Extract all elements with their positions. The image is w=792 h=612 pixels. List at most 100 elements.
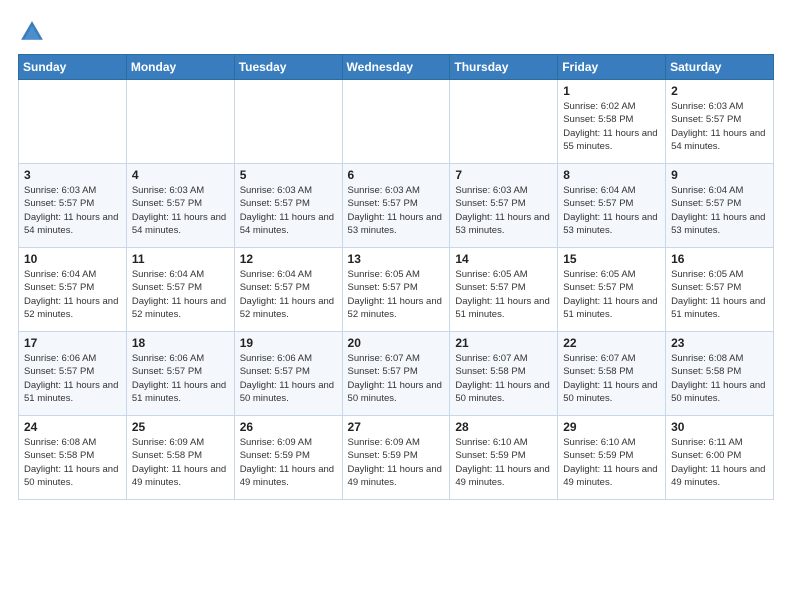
empty-cell	[234, 80, 342, 164]
day-cell-21: 21 Sunrise: 6:07 AM Sunset: 5:58 PM Dayli…	[450, 332, 558, 416]
day-cell-20: 20Sunrise: 6:07 AM Sunset: 5:57 PM Dayli…	[342, 332, 450, 416]
day-number: 2	[671, 84, 768, 98]
day-info: Sunrise: 6:09 AM Sunset: 5:59 PM Dayligh…	[348, 436, 445, 489]
day-info: Sunrise: 6:10 AM Sunset: 5:59 PM Dayligh…	[563, 436, 660, 489]
day-info: Sunrise: 6:10 AM Sunset: 5:59 PM Dayligh…	[455, 436, 552, 489]
day-info: Sunrise: 6:04 AM Sunset: 5:57 PM Dayligh…	[671, 184, 768, 237]
day-cell-7: 7Sunrise: 6:03 AM Sunset: 5:57 PM Daylig…	[450, 164, 558, 248]
empty-cell	[450, 80, 558, 164]
day-info: Sunrise: 6:05 AM Sunset: 5:57 PM Dayligh…	[671, 268, 768, 321]
day-info: Sunrise: 6:03 AM Sunset: 5:57 PM Dayligh…	[348, 184, 445, 237]
day-number: 17	[24, 336, 121, 350]
day-cell-13: 13 Sunrise: 6:05 AM Sunset: 5:57 PM Dayli…	[342, 248, 450, 332]
weekday-header-monday: Monday	[126, 55, 234, 80]
empty-cell	[19, 80, 127, 164]
day-cell-12: 12 Sunrise: 6:04 AM Sunset: 5:57 PM Dayli…	[234, 248, 342, 332]
day-number: 19	[240, 336, 337, 350]
weekday-header-saturday: Saturday	[666, 55, 774, 80]
day-cell-4: 4 Sunrise: 6:03 AM Sunset: 5:57 PM Daylig…	[126, 164, 234, 248]
day-number: 9	[671, 168, 768, 182]
weekday-header-row: SundayMondayTuesdayWednesdayThursdayFrid…	[19, 55, 774, 80]
day-number: 30	[671, 420, 768, 434]
day-info: Sunrise: 6:07 AM Sunset: 5:58 PM Dayligh…	[455, 352, 552, 405]
day-info: Sunrise: 6:09 AM Sunset: 5:59 PM Dayligh…	[240, 436, 337, 489]
day-cell-27: 27 Sunrise: 6:09 AM Sunset: 5:59 PM Dayli…	[342, 416, 450, 500]
day-cell-15: 15Sunrise: 6:05 AM Sunset: 5:57 PM Dayli…	[558, 248, 666, 332]
day-cell-2: 2 Sunrise: 6:03 AM Sunset: 5:57 PM Daylig…	[666, 80, 774, 164]
day-cell-9: 9 Sunrise: 6:04 AM Sunset: 5:57 PM Daylig…	[666, 164, 774, 248]
day-info: Sunrise: 6:03 AM Sunset: 5:57 PM Dayligh…	[240, 184, 337, 237]
day-cell-6: 6Sunrise: 6:03 AM Sunset: 5:57 PM Daylig…	[342, 164, 450, 248]
day-cell-17: 17Sunrise: 6:06 AM Sunset: 5:57 PM Dayli…	[19, 332, 127, 416]
day-number: 4	[132, 168, 229, 182]
day-info: Sunrise: 6:11 AM Sunset: 6:00 PM Dayligh…	[671, 436, 768, 489]
day-cell-3: 3Sunrise: 6:03 AM Sunset: 5:57 PM Daylig…	[19, 164, 127, 248]
day-number: 25	[132, 420, 229, 434]
day-number: 23	[671, 336, 768, 350]
page: SundayMondayTuesdayWednesdayThursdayFrid…	[0, 0, 792, 510]
day-cell-25: 25 Sunrise: 6:09 AM Sunset: 5:58 PM Dayli…	[126, 416, 234, 500]
day-cell-11: 11 Sunrise: 6:04 AM Sunset: 5:57 PM Dayli…	[126, 248, 234, 332]
day-info: Sunrise: 6:08 AM Sunset: 5:58 PM Dayligh…	[24, 436, 121, 489]
day-cell-30: 30 Sunrise: 6:11 AM Sunset: 6:00 PM Dayli…	[666, 416, 774, 500]
day-number: 26	[240, 420, 337, 434]
day-info: Sunrise: 6:08 AM Sunset: 5:58 PM Dayligh…	[671, 352, 768, 405]
day-info: Sunrise: 6:09 AM Sunset: 5:58 PM Dayligh…	[132, 436, 229, 489]
day-info: Sunrise: 6:04 AM Sunset: 5:57 PM Dayligh…	[24, 268, 121, 321]
day-cell-28: 28 Sunrise: 6:10 AM Sunset: 5:59 PM Dayli…	[450, 416, 558, 500]
empty-cell	[342, 80, 450, 164]
header	[18, 18, 774, 46]
day-info: Sunrise: 6:04 AM Sunset: 5:57 PM Dayligh…	[132, 268, 229, 321]
weekday-header-sunday: Sunday	[19, 55, 127, 80]
day-number: 24	[24, 420, 121, 434]
day-number: 20	[348, 336, 445, 350]
day-info: Sunrise: 6:03 AM Sunset: 5:57 PM Dayligh…	[132, 184, 229, 237]
day-number: 3	[24, 168, 121, 182]
day-cell-24: 24 Sunrise: 6:08 AM Sunset: 5:58 PM Dayli…	[19, 416, 127, 500]
day-number: 21	[455, 336, 552, 350]
empty-cell	[126, 80, 234, 164]
weekday-header-thursday: Thursday	[450, 55, 558, 80]
weekday-header-wednesday: Wednesday	[342, 55, 450, 80]
weekday-header-tuesday: Tuesday	[234, 55, 342, 80]
day-number: 27	[348, 420, 445, 434]
day-number: 22	[563, 336, 660, 350]
week-row-3: 17 Sunrise: 6:06 AM Sunset: 5:57 PM Dayli…	[19, 332, 774, 416]
day-cell-29: 29 Sunrise: 6:10 AM Sunset: 5:59 PM Dayli…	[558, 416, 666, 500]
day-info: Sunrise: 6:06 AM Sunset: 5:57 PM Dayligh…	[240, 352, 337, 405]
logo-icon	[18, 18, 46, 46]
day-info: Sunrise: 6:05 AM Sunset: 5:57 PM Dayligh…	[348, 268, 445, 321]
day-number: 5	[240, 168, 337, 182]
day-cell-1: 1Sunrise: 6:02 AM Sunset: 5:58 PM Daylig…	[558, 80, 666, 164]
day-info: Sunrise: 6:05 AM Sunset: 5:57 PM Dayligh…	[563, 268, 660, 321]
day-number: 16	[671, 252, 768, 266]
day-number: 11	[132, 252, 229, 266]
day-info: Sunrise: 6:04 AM Sunset: 5:57 PM Dayligh…	[240, 268, 337, 321]
day-number: 29	[563, 420, 660, 434]
week-row-1: 3 Sunrise: 6:03 AM Sunset: 5:57 PM Daylig…	[19, 164, 774, 248]
day-cell-22: 22 Sunrise: 6:07 AM Sunset: 5:58 PM Dayli…	[558, 332, 666, 416]
weekday-header-friday: Friday	[558, 55, 666, 80]
day-cell-14: 14 Sunrise: 6:05 AM Sunset: 5:57 PM Dayli…	[450, 248, 558, 332]
day-info: Sunrise: 6:03 AM Sunset: 5:57 PM Dayligh…	[455, 184, 552, 237]
day-number: 12	[240, 252, 337, 266]
day-info: Sunrise: 6:02 AM Sunset: 5:58 PM Dayligh…	[563, 100, 660, 153]
day-number: 28	[455, 420, 552, 434]
day-number: 13	[348, 252, 445, 266]
day-info: Sunrise: 6:03 AM Sunset: 5:57 PM Dayligh…	[671, 100, 768, 153]
day-number: 14	[455, 252, 552, 266]
day-info: Sunrise: 6:05 AM Sunset: 5:57 PM Dayligh…	[455, 268, 552, 321]
week-row-2: 10 Sunrise: 6:04 AM Sunset: 5:57 PM Dayli…	[19, 248, 774, 332]
day-number: 8	[563, 168, 660, 182]
day-cell-8: 8Sunrise: 6:04 AM Sunset: 5:57 PM Daylig…	[558, 164, 666, 248]
day-info: Sunrise: 6:07 AM Sunset: 5:58 PM Dayligh…	[563, 352, 660, 405]
week-row-4: 24 Sunrise: 6:08 AM Sunset: 5:58 PM Dayli…	[19, 416, 774, 500]
day-cell-18: 18Sunrise: 6:06 AM Sunset: 5:57 PM Dayli…	[126, 332, 234, 416]
day-number: 10	[24, 252, 121, 266]
day-cell-19: 19 Sunrise: 6:06 AM Sunset: 5:57 PM Dayli…	[234, 332, 342, 416]
logo	[18, 18, 50, 46]
day-cell-23: 23 Sunrise: 6:08 AM Sunset: 5:58 PM Dayli…	[666, 332, 774, 416]
day-cell-26: 26 Sunrise: 6:09 AM Sunset: 5:59 PM Dayli…	[234, 416, 342, 500]
calendar: SundayMondayTuesdayWednesdayThursdayFrid…	[18, 54, 774, 500]
day-cell-10: 10 Sunrise: 6:04 AM Sunset: 5:57 PM Dayli…	[19, 248, 127, 332]
